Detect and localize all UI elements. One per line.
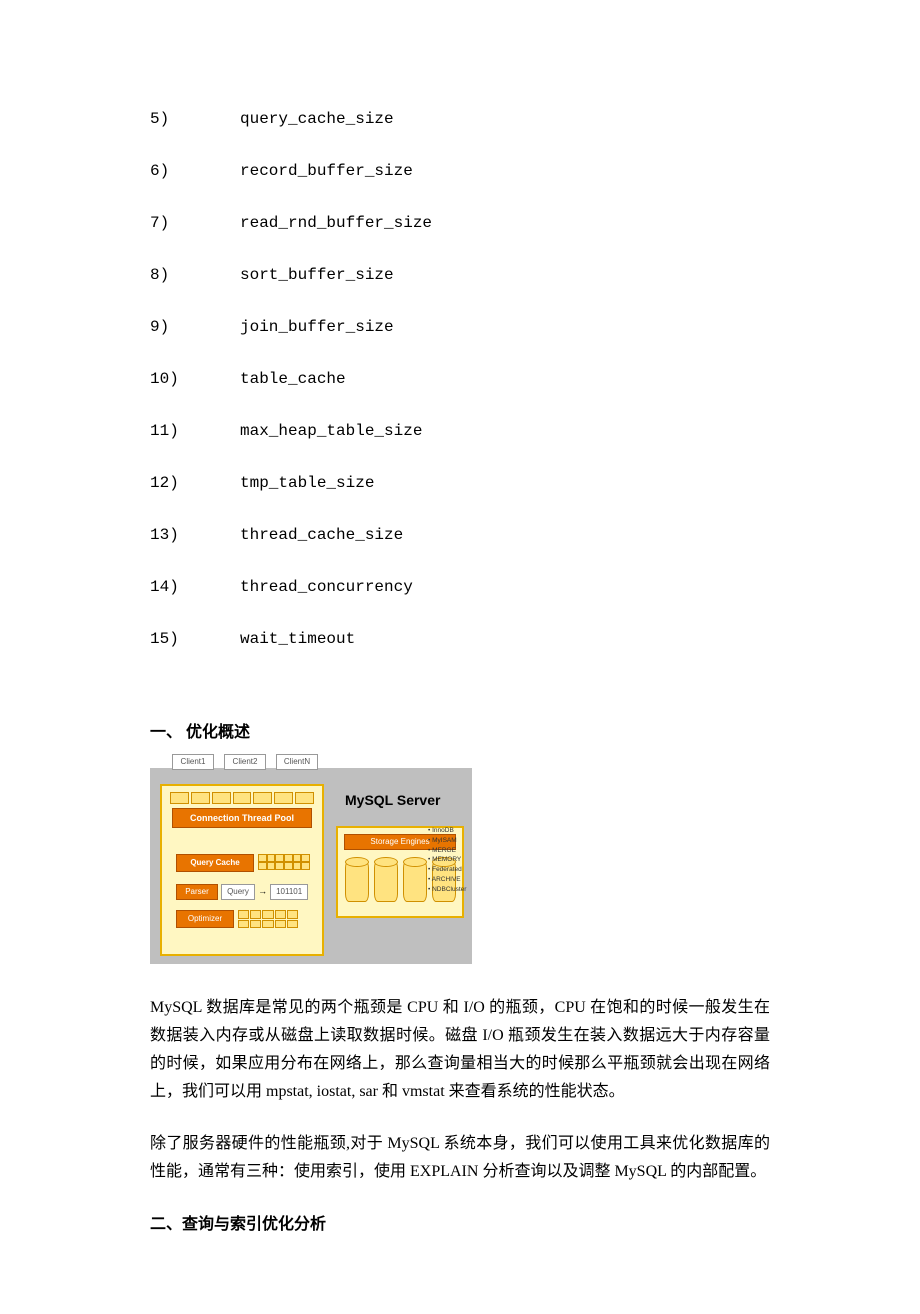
list-item: 7) read_rnd_buffer_size — [150, 214, 770, 232]
mysql-architecture-diagram: Client1 Client2 ClientN Connection Threa… — [150, 768, 472, 964]
list-item: 13) thread_cache_size — [150, 526, 770, 544]
list-value: wait_timeout — [240, 630, 770, 648]
diagram-optimizer: Optimizer — [176, 910, 234, 928]
diagram-connection-pool: Connection Thread Pool — [172, 808, 312, 828]
list-number: 8) — [150, 266, 240, 284]
diagram-optimizer-row: Optimizer — [176, 910, 298, 928]
diagram-client-box: ClientN — [276, 754, 318, 770]
list-value: sort_buffer_size — [240, 266, 770, 284]
section-heading-overview: 一、 优化概述 — [150, 718, 770, 742]
diagram-query-code: 101101 — [270, 884, 308, 900]
section-heading-query-index: 二、查询与索引优化分析 — [150, 1210, 770, 1234]
list-value: table_cache — [240, 370, 770, 388]
list-number: 10) — [150, 370, 240, 388]
engine-item: • Federated — [428, 865, 466, 875]
diagram-engine-list: • InnoDB • MyISAM • MERGE • MEMORY • Fed… — [428, 826, 466, 894]
parameter-list: 5) query_cache_size 6) record_buffer_siz… — [150, 110, 770, 648]
engine-item: • ARCHIVE — [428, 875, 466, 885]
cylinder-icon — [374, 860, 398, 902]
list-item: 5) query_cache_size — [150, 110, 770, 128]
list-value: query_cache_size — [240, 110, 770, 128]
diagram-parser-row: Parser Query → 101101 — [176, 884, 308, 900]
document-page: 5) query_cache_size 6) record_buffer_siz… — [0, 0, 920, 1314]
diagram-cache-grid — [258, 854, 310, 870]
engine-item: • InnoDB — [428, 826, 466, 836]
list-item: 8) sort_buffer_size — [150, 266, 770, 284]
cylinder-icon — [345, 860, 369, 902]
engine-item: • NDBCluster — [428, 885, 466, 895]
engine-item: • MyISAM — [428, 836, 466, 846]
engine-item: • MEMORY — [428, 855, 466, 865]
list-number: 9) — [150, 318, 240, 336]
diagram-parser: Parser — [176, 884, 218, 900]
list-number: 11) — [150, 422, 240, 440]
list-number: 5) — [150, 110, 240, 128]
list-item: 11) max_heap_table_size — [150, 422, 770, 440]
list-item: 6) record_buffer_size — [150, 162, 770, 180]
list-number: 7) — [150, 214, 240, 232]
body-paragraph: 除了服务器硬件的性能瓶颈,对于 MySQL 系统本身，我们可以使用工具来优化数据… — [150, 1130, 770, 1186]
list-value: thread_cache_size — [240, 526, 770, 544]
list-number: 13) — [150, 526, 240, 544]
list-value: read_rnd_buffer_size — [240, 214, 770, 232]
list-value: join_buffer_size — [240, 318, 770, 336]
engine-item: • MERGE — [428, 846, 466, 856]
diagram-client-box: Client2 — [224, 754, 266, 770]
list-value: record_buffer_size — [240, 162, 770, 180]
list-item: 10) table_cache — [150, 370, 770, 388]
diagram-left-panel: Connection Thread Pool Query Cache Parse… — [160, 784, 324, 956]
list-number: 6) — [150, 162, 240, 180]
list-value: thread_concurrency — [240, 578, 770, 596]
diagram-client-box: Client1 — [172, 754, 214, 770]
diagram-optimizer-grid — [238, 910, 298, 928]
list-value: tmp_table_size — [240, 474, 770, 492]
list-number: 14) — [150, 578, 240, 596]
diagram-thread-slots — [170, 792, 314, 804]
cylinder-icon — [403, 860, 427, 902]
list-item: 14) thread_concurrency — [150, 578, 770, 596]
list-item: 15) wait_timeout — [150, 630, 770, 648]
arrow-icon: → — [258, 884, 267, 900]
list-item: 12) tmp_table_size — [150, 474, 770, 492]
list-value: max_heap_table_size — [240, 422, 770, 440]
list-item: 9) join_buffer_size — [150, 318, 770, 336]
diagram-server-label: MySQL Server — [345, 792, 440, 808]
body-paragraph: MySQL 数据库是常见的两个瓶颈是 CPU 和 I/O 的瓶颈，CPU 在饱和… — [150, 994, 770, 1106]
diagram-query-cache: Query Cache — [176, 854, 254, 872]
list-number: 15) — [150, 630, 240, 648]
list-number: 12) — [150, 474, 240, 492]
diagram-query: Query — [221, 884, 255, 900]
